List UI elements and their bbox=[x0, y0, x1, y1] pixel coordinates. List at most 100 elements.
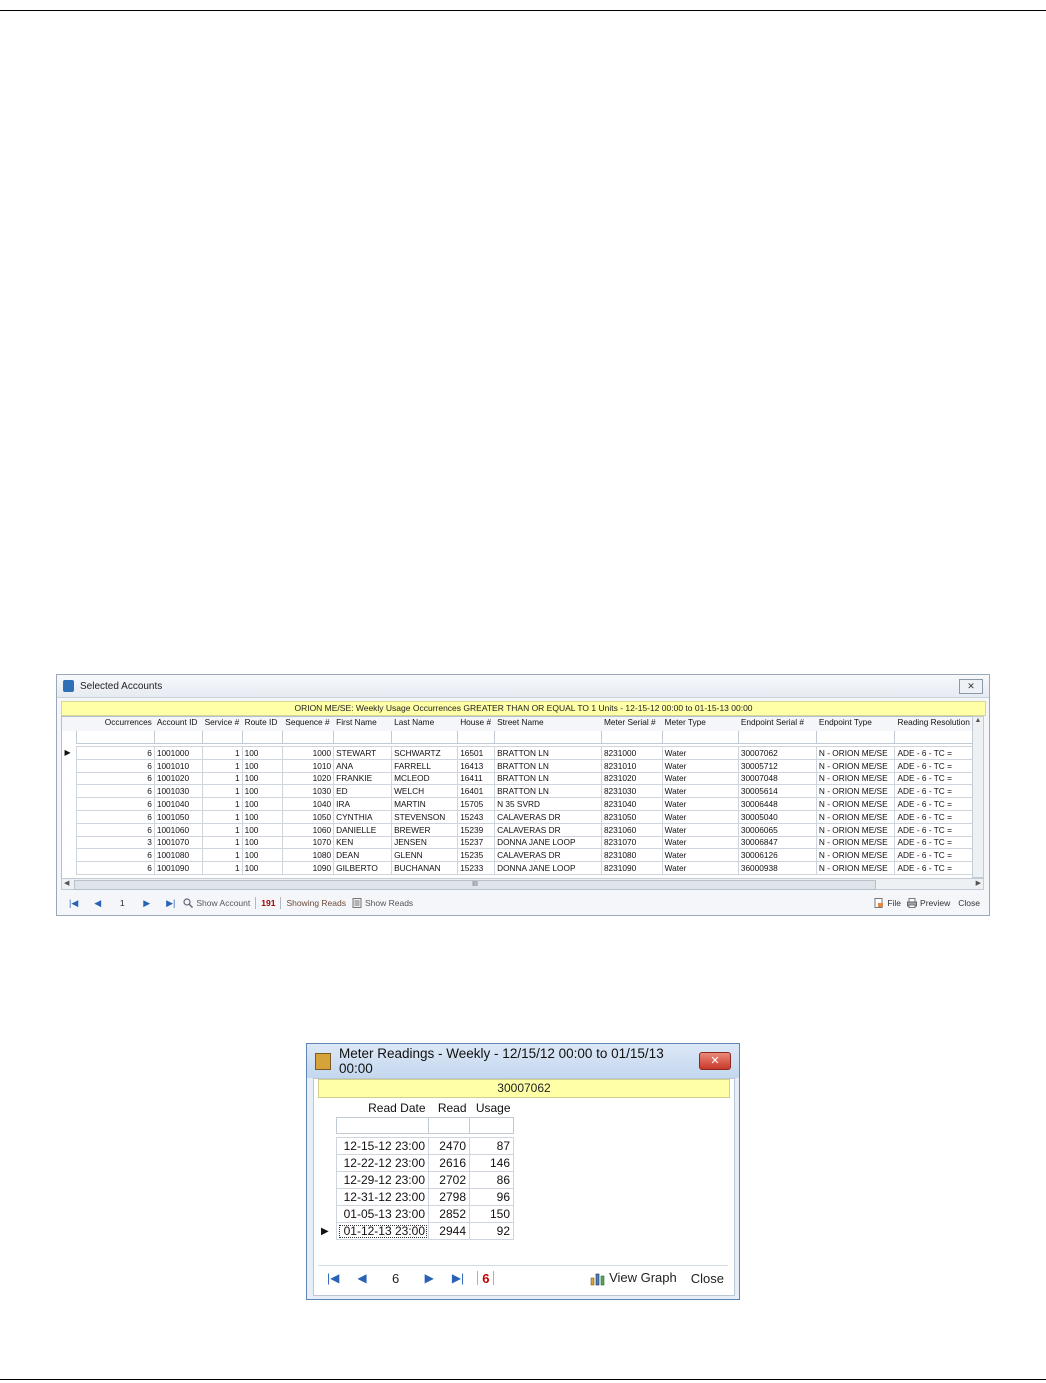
table-cell[interactable]: 16411 bbox=[457, 771, 496, 786]
page-number[interactable]: 6 bbox=[376, 1271, 416, 1286]
table-cell[interactable]: 2798 bbox=[428, 1188, 470, 1206]
table-cell[interactable]: 1080 bbox=[282, 848, 335, 863]
table-cell[interactable]: 30006065 bbox=[737, 822, 817, 837]
table-cell[interactable]: IRA bbox=[333, 797, 393, 811]
table-cell[interactable]: N - ORION ME/SE bbox=[815, 809, 896, 824]
table-cell[interactable]: 100 bbox=[241, 746, 284, 760]
table-cell[interactable]: 96 bbox=[469, 1188, 514, 1206]
table-row[interactable]: 6 1001010 1 100 1010 ANA FARRELL 16413 BRATTON L… bbox=[63, 758, 973, 773]
column-header[interactable]: Endpoint Serial # bbox=[737, 717, 817, 731]
table-cell[interactable]: 12-31-12 23:00 bbox=[336, 1188, 429, 1206]
table-cell[interactable]: ADE - 6 - TC = bbox=[894, 809, 973, 824]
table-cell[interactable]: ED bbox=[333, 784, 393, 799]
prev-page-icon[interactable]: ◀ bbox=[94, 898, 101, 909]
table-cell[interactable]: 16413 bbox=[457, 758, 496, 773]
filter-cell[interactable] bbox=[391, 730, 459, 744]
table-cell[interactable]: 6 bbox=[76, 848, 155, 863]
table-cell[interactable]: DANIELLE bbox=[333, 822, 393, 837]
table-cell[interactable]: ADE - 6 - TC = bbox=[894, 848, 973, 863]
last-page-icon[interactable]: ▶| bbox=[166, 898, 175, 909]
table-cell[interactable]: 87 bbox=[469, 1137, 514, 1155]
table-row[interactable]: 6 1001060 1 100 1060 DANIELLE BREWER 15239 CALAV… bbox=[63, 822, 973, 837]
table-cell[interactable]: 100 bbox=[241, 835, 284, 850]
table-cell[interactable]: 100 bbox=[241, 861, 284, 875]
show-account-button[interactable]: Show Account bbox=[183, 898, 250, 909]
filter-cell[interactable] bbox=[201, 730, 243, 744]
table-row[interactable]: 12-15-12 23:00 2470 87 bbox=[318, 1137, 514, 1155]
table-cell[interactable]: 6 bbox=[76, 771, 155, 786]
table-cell[interactable]: 15235 bbox=[457, 848, 496, 863]
next-page-icon[interactable]: ▶ bbox=[143, 898, 150, 909]
table-cell[interactable]: Water bbox=[661, 784, 739, 799]
column-header[interactable]: Route ID bbox=[241, 717, 284, 731]
table-cell[interactable]: 30007062 bbox=[737, 746, 817, 760]
column-header[interactable]: Reading Resolution bbox=[894, 717, 973, 731]
table-cell[interactable]: 16501 bbox=[457, 746, 496, 760]
filter-cell[interactable] bbox=[333, 730, 393, 744]
table-cell[interactable]: 1001060 bbox=[153, 822, 203, 837]
table-row[interactable]: 6 1001040 1 100 1040 IRA MARTIN 15705 N 35 SVRD 8… bbox=[63, 797, 973, 811]
table-cell[interactable]: 1001090 bbox=[153, 861, 203, 875]
table-cell[interactable]: 12-22-12 23:00 bbox=[336, 1154, 429, 1172]
table-cell[interactable]: WELCH bbox=[391, 784, 459, 799]
table-cell[interactable]: ADE - 6 - TC = bbox=[894, 746, 973, 760]
table-cell[interactable]: 2852 bbox=[428, 1205, 470, 1223]
column-header[interactable]: Sequence # bbox=[282, 717, 335, 731]
filter-cell[interactable] bbox=[428, 1117, 470, 1134]
table-cell[interactable]: 1 bbox=[201, 809, 243, 824]
preview-button[interactable]: Preview bbox=[907, 898, 950, 909]
filter-cell[interactable] bbox=[600, 730, 663, 744]
table-cell[interactable]: 30006448 bbox=[737, 797, 817, 811]
table-cell[interactable]: 1 bbox=[201, 784, 243, 799]
table-cell[interactable]: 15233 bbox=[457, 861, 496, 875]
table-cell[interactable]: 8231080 bbox=[600, 848, 663, 863]
table-cell[interactable]: 100 bbox=[241, 822, 284, 837]
table-cell[interactable]: ADE - 6 - TC = bbox=[894, 758, 973, 773]
table-cell[interactable]: 1 bbox=[201, 797, 243, 811]
table-cell[interactable]: 6 bbox=[76, 809, 155, 824]
table-cell[interactable]: N - ORION ME/SE bbox=[815, 822, 896, 837]
column-header[interactable]: Account ID bbox=[153, 717, 203, 731]
next-page-icon[interactable]: ▶ bbox=[425, 1271, 434, 1285]
table-cell[interactable]: Water bbox=[661, 848, 739, 863]
table-cell[interactable]: 1 bbox=[201, 771, 243, 786]
column-header[interactable]: Occurrences bbox=[76, 717, 155, 731]
scroll-right-icon[interactable]: ▶ bbox=[976, 879, 981, 887]
table-cell[interactable]: 01-05-13 23:00 bbox=[336, 1205, 429, 1223]
table-row[interactable]: 12-29-12 23:00 2702 86 bbox=[318, 1171, 514, 1189]
last-page-icon[interactable]: ▶| bbox=[452, 1271, 464, 1285]
table-cell[interactable]: 146 bbox=[469, 1154, 514, 1172]
page-number[interactable]: 1 bbox=[109, 898, 135, 908]
table-cell[interactable]: 30007048 bbox=[737, 771, 817, 786]
table-row[interactable]: 6 1001030 1 100 1030 ED WELCH 16401 BRATTON LN 82… bbox=[63, 784, 973, 799]
table-cell[interactable]: FRANKIE bbox=[333, 771, 393, 786]
table-cell[interactable]: 1001010 bbox=[153, 758, 203, 773]
filter-cell[interactable] bbox=[661, 730, 739, 744]
filter-cell[interactable] bbox=[894, 730, 973, 744]
table-cell[interactable]: 1 bbox=[201, 822, 243, 837]
accounts-close-button[interactable]: ✕ bbox=[959, 678, 983, 694]
column-header[interactable]: First Name bbox=[333, 717, 393, 731]
table-cell[interactable]: 1020 bbox=[282, 771, 335, 786]
table-cell[interactable]: 1050 bbox=[282, 809, 335, 824]
table-row[interactable]: ▶ 6 1001000 1 100 1000 STEWART SCHWARTZ 16501 BRA… bbox=[63, 746, 973, 760]
table-cell[interactable]: N 35 SVRD bbox=[494, 797, 602, 811]
table-row[interactable]: ▶ 01-12-13 23:00 2944 92 bbox=[318, 1222, 514, 1240]
column-header[interactable]: Read bbox=[429, 1099, 470, 1118]
table-cell[interactable]: 1070 bbox=[282, 835, 335, 850]
table-cell[interactable]: CYNTHIA bbox=[333, 809, 393, 824]
filter-cell[interactable] bbox=[737, 730, 817, 744]
table-cell[interactable]: KEN bbox=[333, 835, 393, 850]
table-cell[interactable]: BRATTON LN bbox=[494, 758, 602, 773]
table-cell[interactable]: 3 bbox=[76, 835, 155, 850]
table-cell[interactable]: 8231060 bbox=[600, 822, 663, 837]
table-cell[interactable]: Water bbox=[661, 822, 739, 837]
table-cell[interactable]: 1001080 bbox=[153, 848, 203, 863]
table-cell[interactable]: Water bbox=[661, 771, 739, 786]
filter-cell[interactable] bbox=[815, 730, 896, 744]
table-cell[interactable]: ADE - 6 - TC = bbox=[894, 784, 973, 799]
show-reads-button[interactable]: Show Reads bbox=[352, 898, 413, 909]
table-cell[interactable]: 8231070 bbox=[600, 835, 663, 850]
table-row[interactable]: 3 1001070 1 100 1070 KEN JENSEN 15237 DONNA JANE… bbox=[63, 835, 973, 850]
table-cell[interactable]: BREWER bbox=[391, 822, 459, 837]
